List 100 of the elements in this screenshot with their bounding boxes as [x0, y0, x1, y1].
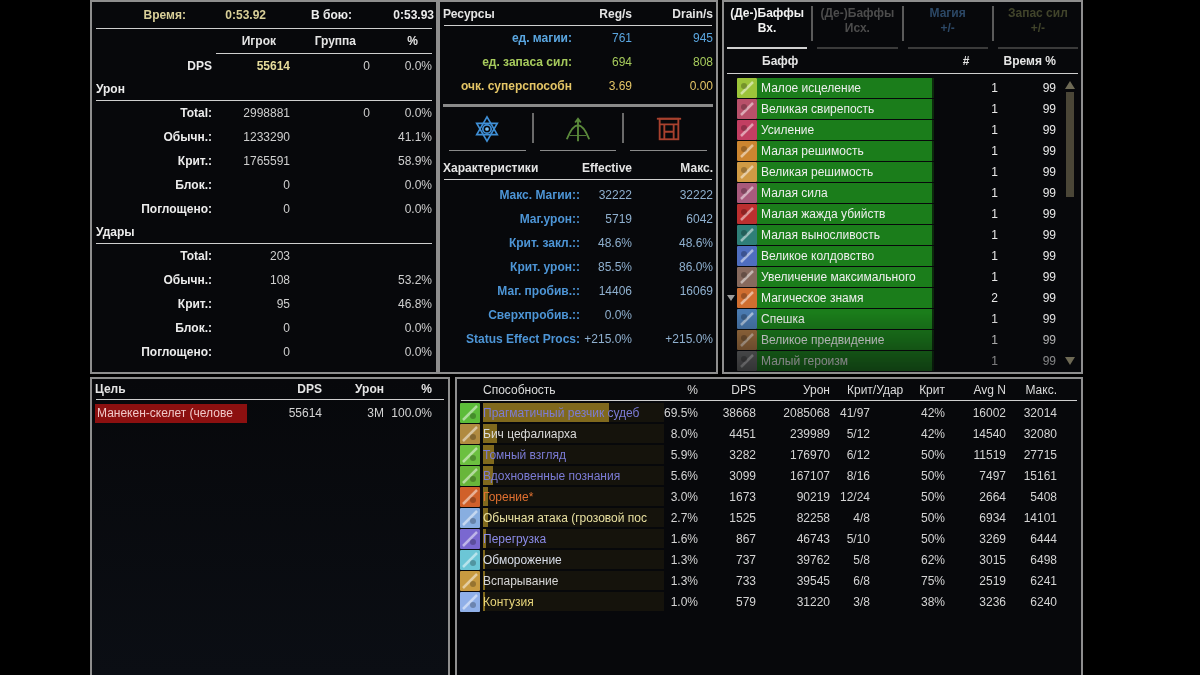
crit-hits-value: 41/97	[839, 405, 870, 420]
dps-value: 867	[735, 531, 756, 546]
percent-value: 53.2%	[397, 273, 432, 287]
ability-name[interactable]: Вспарывание	[483, 573, 559, 588]
row-label: DPS	[187, 59, 212, 73]
damage-value: 3M	[367, 406, 384, 420]
percent-value: 58.9%	[397, 154, 432, 168]
stack-count: 1	[991, 164, 998, 179]
damage-value: 2085068	[783, 405, 830, 420]
column-header: Макс.	[680, 160, 713, 175]
column-header: Игрок	[241, 34, 276, 48]
dps-value: 3282	[729, 447, 756, 462]
percent-value: 5.6%	[670, 468, 698, 483]
crit-value: 50%	[920, 468, 945, 483]
combat-time-label: В бою:	[311, 8, 352, 22]
crit-hits-value: 5/12	[846, 426, 870, 441]
effective-value: 85.5%	[597, 260, 632, 274]
column-header: Урон	[355, 382, 384, 396]
player-value: 1233290	[243, 130, 290, 144]
average-value: 6934	[979, 510, 1006, 525]
drain-value: 945	[692, 31, 713, 45]
scrollbar-thumb[interactable]	[1066, 92, 1074, 197]
column-header: Ресурсы	[443, 6, 495, 21]
percent-value: 0.0%	[404, 345, 432, 359]
caret-icon[interactable]	[727, 294, 735, 301]
crit-value: 75%	[920, 573, 945, 588]
buff-name: Спешка	[760, 311, 805, 326]
column-header: %	[421, 382, 432, 396]
column-header: Время %	[1003, 54, 1056, 68]
group-value: 0	[363, 106, 370, 120]
crit-hits-value: 3/8	[853, 594, 870, 609]
scroll-down-icon[interactable]	[1065, 357, 1075, 365]
ability-name[interactable]: Томный взгляд	[483, 447, 566, 462]
ability-name[interactable]: Контузия	[483, 594, 534, 609]
stack-count: 1	[991, 143, 998, 158]
column-header: Способность	[483, 382, 556, 397]
uptime-value: 99	[1042, 122, 1056, 137]
crit-hits-value: 5/8	[853, 552, 870, 567]
row-label: Total:	[180, 106, 212, 120]
scroll-up-icon[interactable]	[1065, 81, 1075, 89]
skill-tile-icon	[460, 570, 480, 591]
regen-value: 3.69	[608, 79, 632, 93]
percent-value: 0.0%	[404, 106, 432, 120]
tab[interactable]: (Де-)Баффы Вх.	[727, 2, 808, 49]
uptime-value: 99	[1042, 227, 1056, 242]
stack-count: 1	[991, 101, 998, 116]
skill-tile-icon	[737, 266, 757, 287]
skill-tile-icon	[737, 224, 757, 245]
section-title: Урон	[96, 82, 125, 96]
dps-value: 579	[735, 594, 756, 609]
row-label: Поглощено:	[141, 345, 212, 359]
uptime-value: 99	[1042, 353, 1056, 368]
crit-value: 50%	[920, 447, 945, 462]
ability-name[interactable]: Перегрузка	[483, 531, 547, 546]
regen-value: 694	[611, 55, 632, 69]
ability-name[interactable]: Горение*	[483, 489, 534, 504]
column-header: Бафф	[762, 54, 799, 68]
percent-value: 5.9%	[670, 447, 698, 462]
skill-tile-icon	[460, 507, 480, 528]
stat-label: Крит. урон::	[510, 260, 580, 274]
group-value: 0	[363, 59, 370, 73]
row-label: Крит.:	[177, 154, 212, 168]
stack-count: 2	[991, 290, 998, 305]
player-value: 2998881	[243, 106, 290, 120]
buff-name: Великая решимость	[760, 164, 874, 179]
column-header: Крит/Удар	[847, 382, 904, 397]
skill-tile-icon	[460, 423, 480, 444]
max-value: 15161	[1023, 468, 1057, 483]
skill-tile-icon	[737, 287, 757, 308]
damage-value: 82258	[796, 510, 830, 525]
percent-value: 1.0%	[670, 594, 698, 609]
percent-value: 100.0%	[391, 406, 432, 420]
player-value: 95	[276, 297, 290, 311]
column-header: #	[962, 54, 970, 68]
ability-name[interactable]: Обычная атака (грозовой пос	[483, 510, 647, 525]
percent-value: 0.0%	[404, 202, 432, 216]
buff-name: Малая жажда убийств	[760, 206, 886, 221]
column-header: Drain/s	[672, 6, 713, 21]
ability-name[interactable]: Вдохновенные познания	[483, 468, 621, 483]
effective-value: 32222	[598, 188, 632, 202]
buff-name: Малое исцеление	[760, 80, 862, 95]
buff-name: Малый героизм	[760, 353, 849, 368]
max-value: 86.0%	[678, 260, 713, 274]
crit-value: 50%	[920, 531, 945, 546]
dps-value: 1525	[729, 510, 756, 525]
crit-hits-value: 12/24	[839, 489, 870, 504]
effective-value: +215.0%	[584, 332, 632, 346]
max-value: 5408	[1030, 489, 1057, 504]
percent-value: 41.1%	[397, 130, 432, 144]
uptime-value: 99	[1042, 143, 1056, 158]
percent-value: 0.0%	[404, 178, 432, 192]
stat-label: Status Effect Procs:	[465, 332, 580, 346]
ability-name[interactable]: Обморожение	[483, 552, 562, 567]
damage-value: 31220	[796, 594, 830, 609]
player-value: 0	[283, 345, 290, 359]
player-value: 1765591	[243, 154, 290, 168]
crit-value: 38%	[920, 594, 945, 609]
skill-tile-icon	[737, 161, 757, 182]
column-header: Effective	[581, 160, 632, 175]
combat-time-value: 0:53.93	[393, 8, 434, 22]
